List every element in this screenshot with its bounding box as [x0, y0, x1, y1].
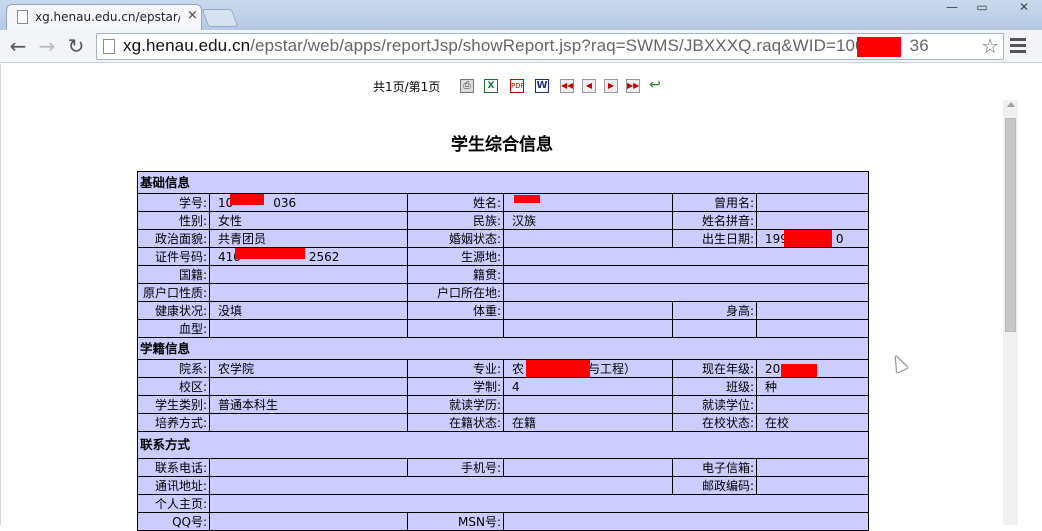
back-icon[interactable]: ← [5, 33, 31, 59]
table-row: 证件号码: 410 2562 生源地: [137, 247, 870, 266]
scroll-up-icon[interactable] [1007, 102, 1015, 107]
redaction [526, 360, 590, 377]
menu-icon[interactable] [1010, 38, 1026, 54]
table-row: 院系: 农学院 专业: 农与工程） 现在年级: 20 [137, 359, 870, 378]
table-row: 政治面貌: 共青团员 婚姻状态: 出生日期: 199 0 [137, 229, 870, 248]
last-page-icon[interactable]: ▶▶ [626, 79, 640, 93]
bookmark-star-icon[interactable]: ☆ [981, 34, 999, 58]
address-bar[interactable]: xg.henau.edu.cn/epstar/web/apps/reportJs… [96, 33, 1004, 60]
table-row: 培养方式: 在籍状态: 在籍 在校状态: 在校 [137, 413, 870, 432]
table-row: 学生类别: 普通本科生 就读学历: 就读学位: [137, 395, 870, 414]
forward-icon[interactable]: → [34, 33, 60, 59]
print-icon[interactable]: ⎙ [460, 79, 474, 93]
section-header-enroll: 学籍信息 [136, 337, 870, 360]
table-row: 血型: [137, 319, 870, 338]
word-icon[interactable]: W [535, 79, 549, 93]
table-row: QQ号: MSN号: [137, 512, 870, 531]
student-info-table: 基础信息 学号: 10 036 姓名: 曾用名: 性别: 女性 民族: 汉族 姓名… [136, 171, 870, 531]
first-page-icon[interactable]: ◀◀ [560, 79, 574, 93]
report-viewer: 共1页/第1页 ⎙ X PDF W ◀◀ ◀ ▶ ▶▶ ↩ 学生综合信息 基础信… [0, 64, 1042, 531]
table-row: 原户口性质: 户口所在地: [137, 283, 870, 302]
redaction [235, 248, 305, 259]
minimize-icon[interactable]: — [938, 0, 966, 20]
tab-close-icon[interactable]: × [187, 8, 198, 23]
table-row: 校区: 学制: 4 班级: 种 [137, 377, 870, 396]
page-icon [103, 39, 115, 54]
next-page-icon[interactable]: ▶ [604, 79, 618, 93]
redaction [781, 364, 817, 377]
tab-title: xg.henau.edu.cn/epstar/ [35, 10, 180, 24]
reload-icon[interactable]: ↻ [63, 33, 89, 59]
new-tab-button[interactable] [201, 9, 239, 27]
table-row: 通讯地址: 邮政编码: [137, 476, 870, 495]
tab-strip: xg.henau.edu.cn/epstar/ × — ▭ ✕ [0, 0, 1042, 30]
table-row: 健康状况: 没填 体重: 身高: [137, 301, 870, 320]
table-row: 学号: 10 036 姓名: 曾用名: [137, 193, 870, 212]
close-window-icon[interactable]: ✕ [1010, 0, 1038, 20]
excel-icon[interactable]: X [484, 79, 498, 93]
redaction [857, 37, 901, 57]
section-header-contact: 联系方式 [136, 431, 870, 459]
table-row: 个人主页: [137, 494, 870, 513]
redaction [514, 195, 540, 203]
page-indicator: 共1页/第1页 [373, 80, 441, 94]
table-row: 性别: 女性 民族: 汉族 姓名拼音: [137, 211, 870, 230]
scroll-thumb[interactable] [1005, 118, 1016, 332]
redaction [784, 230, 832, 247]
pdf-icon[interactable]: PDF [510, 79, 525, 93]
return-icon[interactable]: ↩ [648, 78, 662, 93]
table-row: 联系电话: 手机号: 电子信箱: [137, 458, 870, 477]
vertical-scrollbar[interactable] [1003, 100, 1018, 525]
section-header-basic: 基础信息 [136, 171, 870, 194]
redaction [230, 194, 264, 205]
report-title: 学生综合信息 [451, 135, 553, 155]
url-text[interactable]: xg.henau.edu.cn/epstar/web/apps/reportJs… [123, 36, 929, 56]
page-icon [17, 10, 28, 24]
prev-page-icon[interactable]: ◀ [582, 79, 596, 93]
browser-toolbar: ← → ↻ xg.henau.edu.cn/epstar/web/apps/re… [0, 30, 1042, 63]
browser-tab[interactable]: xg.henau.edu.cn/epstar/ × [6, 4, 202, 30]
maximize-icon[interactable]: ▭ [968, 0, 996, 20]
table-row: 国籍: 籍贯: [137, 265, 870, 284]
